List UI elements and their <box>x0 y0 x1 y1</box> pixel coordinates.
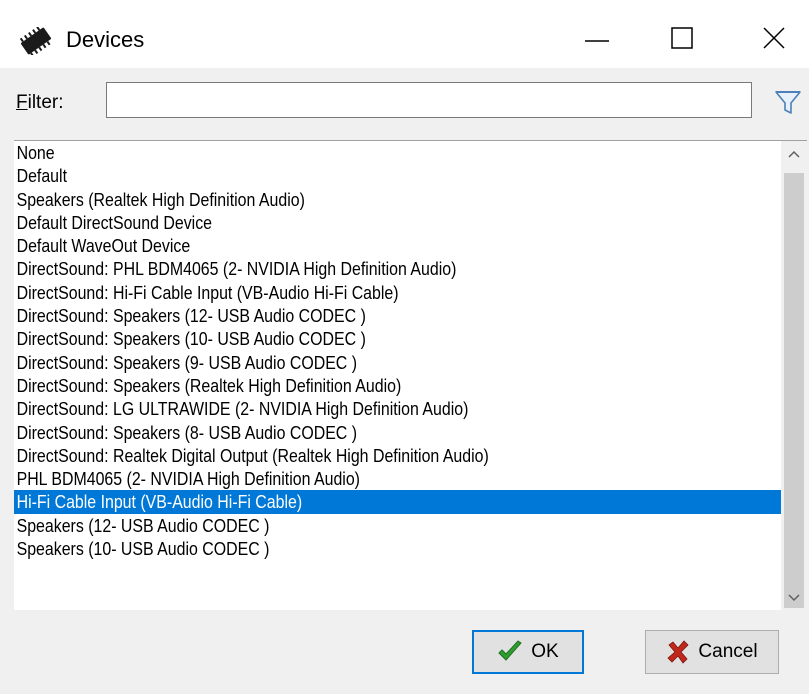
list-item[interactable]: Default DirectSound Device <box>14 211 784 234</box>
x-mark-icon <box>667 640 689 664</box>
list-item[interactable]: Speakers (12- USB Audio CODEC ) <box>14 514 784 537</box>
list-item[interactable]: DirectSound: LG ULTRAWIDE (2- NVIDIA Hig… <box>14 397 784 420</box>
chip-icon <box>19 27 52 55</box>
scroll-down-button[interactable] <box>781 585 807 610</box>
device-list[interactable]: None Default Speakers (Realtek High Defini… <box>14 140 807 610</box>
cancel-button[interactable]: Cancel <box>645 630 779 674</box>
filter-input[interactable] <box>106 82 752 118</box>
scroll-thumb[interactable] <box>784 173 804 608</box>
chevron-up-icon <box>788 150 800 158</box>
list-item[interactable]: Speakers (10- USB Audio CODEC ) <box>14 537 784 560</box>
scroll-up-button[interactable] <box>781 141 807 167</box>
chevron-down-icon <box>788 594 800 602</box>
list-item[interactable]: DirectSound: Speakers (9- USB Audio CODE… <box>14 351 784 374</box>
cancel-label: Cancel <box>698 641 758 662</box>
filter-label: Filter: <box>16 92 64 113</box>
list-item[interactable]: DirectSound: PHL BDM4065 (2- NVIDIA High… <box>14 257 784 280</box>
ok-button[interactable]: OK <box>472 630 584 674</box>
list-item[interactable]: PHL BDM4065 (2- NVIDIA High Definition A… <box>14 467 784 490</box>
device-list-items: None Default Speakers (Realtek High Defini… <box>14 141 784 560</box>
window-title: Devices <box>66 27 145 52</box>
list-item[interactable]: Default WaveOut Device <box>14 234 784 257</box>
list-item[interactable]: DirectSound: Hi-Fi Cable Input (VB-Audio… <box>14 281 784 304</box>
vertical-scrollbar[interactable] <box>781 141 807 610</box>
list-item[interactable]: DirectSound: Realtek Digital Output (Rea… <box>14 444 784 467</box>
checkmark-icon <box>498 640 523 661</box>
list-item[interactable]: Default <box>14 164 784 187</box>
list-item[interactable]: Speakers (Realtek High Definition Audio) <box>14 188 784 211</box>
funnel-icon[interactable] <box>773 86 803 118</box>
list-item[interactable]: DirectSound: Speakers (12- USB Audio COD… <box>14 304 784 327</box>
ok-label: OK <box>531 641 559 662</box>
list-item-selected[interactable]: Hi-Fi Cable Input (VB-Audio Hi-Fi Cable) <box>14 490 784 514</box>
list-item[interactable]: None <box>14 141 784 164</box>
list-item[interactable]: DirectSound: Speakers (10- USB Audio COD… <box>14 327 784 350</box>
list-item[interactable]: DirectSound: Speakers (Realtek High Defi… <box>14 374 784 397</box>
list-item[interactable]: DirectSound: Speakers (8- USB Audio CODE… <box>14 421 784 444</box>
